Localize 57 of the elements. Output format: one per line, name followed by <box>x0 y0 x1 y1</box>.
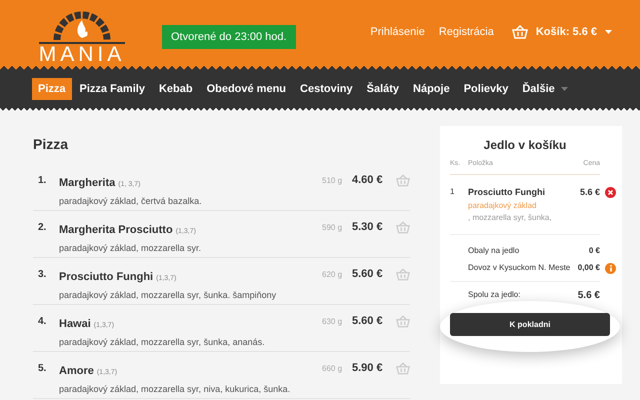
pizza-description: paradajkový základ, čertvá bazalka. <box>59 196 203 206</box>
nav-tab[interactable]: Cestoviny <box>294 78 359 100</box>
price: 5.60 € <box>352 314 384 327</box>
pizza-name: Amore <box>59 365 94 377</box>
ingredient-text: , mozzarella syr, šunka, <box>468 212 552 224</box>
info-icon[interactable] <box>605 263 616 274</box>
nav-tab[interactable]: Pizza Family <box>74 78 151 100</box>
fee-label: Dovoz v Kysuckom N. Meste <box>468 263 572 272</box>
price: 5.30 € <box>352 220 384 233</box>
quantity: 1 <box>450 187 456 198</box>
nav-tab[interactable]: Ďalšie <box>516 78 574 100</box>
nav-tab[interactable]: Obedové menu <box>200 78 292 100</box>
nav-tab[interactable]: Nápoje <box>407 78 456 100</box>
section-title: Pizza <box>33 136 70 152</box>
item-number: 5. <box>37 362 48 374</box>
cart-title: Jedlo v košíku <box>482 138 568 152</box>
opening-hours-badge: Otvorené do 23:00 hod. <box>162 25 296 49</box>
weight: 630 g <box>322 316 344 326</box>
pizza-name: Hawai <box>59 318 91 330</box>
weight: 510 g <box>322 175 344 185</box>
weight: 590 g <box>322 222 344 232</box>
nav-tab[interactable]: Kebab <box>152 78 199 100</box>
item-number: 3. <box>37 268 48 280</box>
price: 5.60 € <box>352 267 384 280</box>
item-number: 2. <box>37 221 48 233</box>
nav-tab[interactable]: Šaláty <box>360 78 406 100</box>
basket-icon[interactable] <box>396 221 410 234</box>
total-label: Spolu za jedlo: <box>468 290 522 301</box>
pizza-name: Margherita <box>59 177 116 189</box>
basket-icon[interactable] <box>396 315 410 328</box>
item-number: 4. <box>37 315 48 327</box>
pizza-description: paradajkový základ, mozzarella syr, šunka. šampiňony <box>59 290 278 300</box>
basket-icon[interactable] <box>396 174 410 187</box>
caret-icon[interactable] <box>605 30 612 34</box>
fee-value: 0,00 € <box>578 263 600 272</box>
pizza-description: paradajkový základ, mozzarella syr, niva, kukurica, šunka. <box>59 384 292 394</box>
fee-label: Obaly na jedlo <box>468 246 520 255</box>
total-value: 5.6 € <box>578 290 600 301</box>
weight: 620 g <box>322 269 344 279</box>
basket-icon[interactable] <box>396 268 410 281</box>
nav-tab[interactable]: Polievky <box>458 78 514 100</box>
ingredient-text: paradajkový základ <box>468 200 536 212</box>
basket-icon[interactable] <box>396 362 410 375</box>
weight: 660 g <box>322 363 344 373</box>
price: 4.60 € <box>352 173 384 186</box>
pizza-description: paradajkový základ, mozzarella syr, šunka, ananás. <box>59 337 266 347</box>
pizza-name: Margherita Prosciutto <box>59 224 173 236</box>
remove-icon[interactable] <box>605 187 616 198</box>
cart-item-name: Prosciutto Funghi <box>468 187 546 197</box>
caret-icon <box>560 87 568 91</box>
pizza-name: Prosciutto Funghi <box>59 271 154 283</box>
item-number: 1. <box>37 174 48 186</box>
price: 5.90 € <box>352 361 384 374</box>
fee-value: 0 € <box>588 246 600 255</box>
cart-item-price: 5.6 € <box>580 187 600 199</box>
pizza-description: paradajkový základ, mozzarella syr. <box>59 243 202 253</box>
checkout-button[interactable]: K pokladni <box>450 313 610 336</box>
